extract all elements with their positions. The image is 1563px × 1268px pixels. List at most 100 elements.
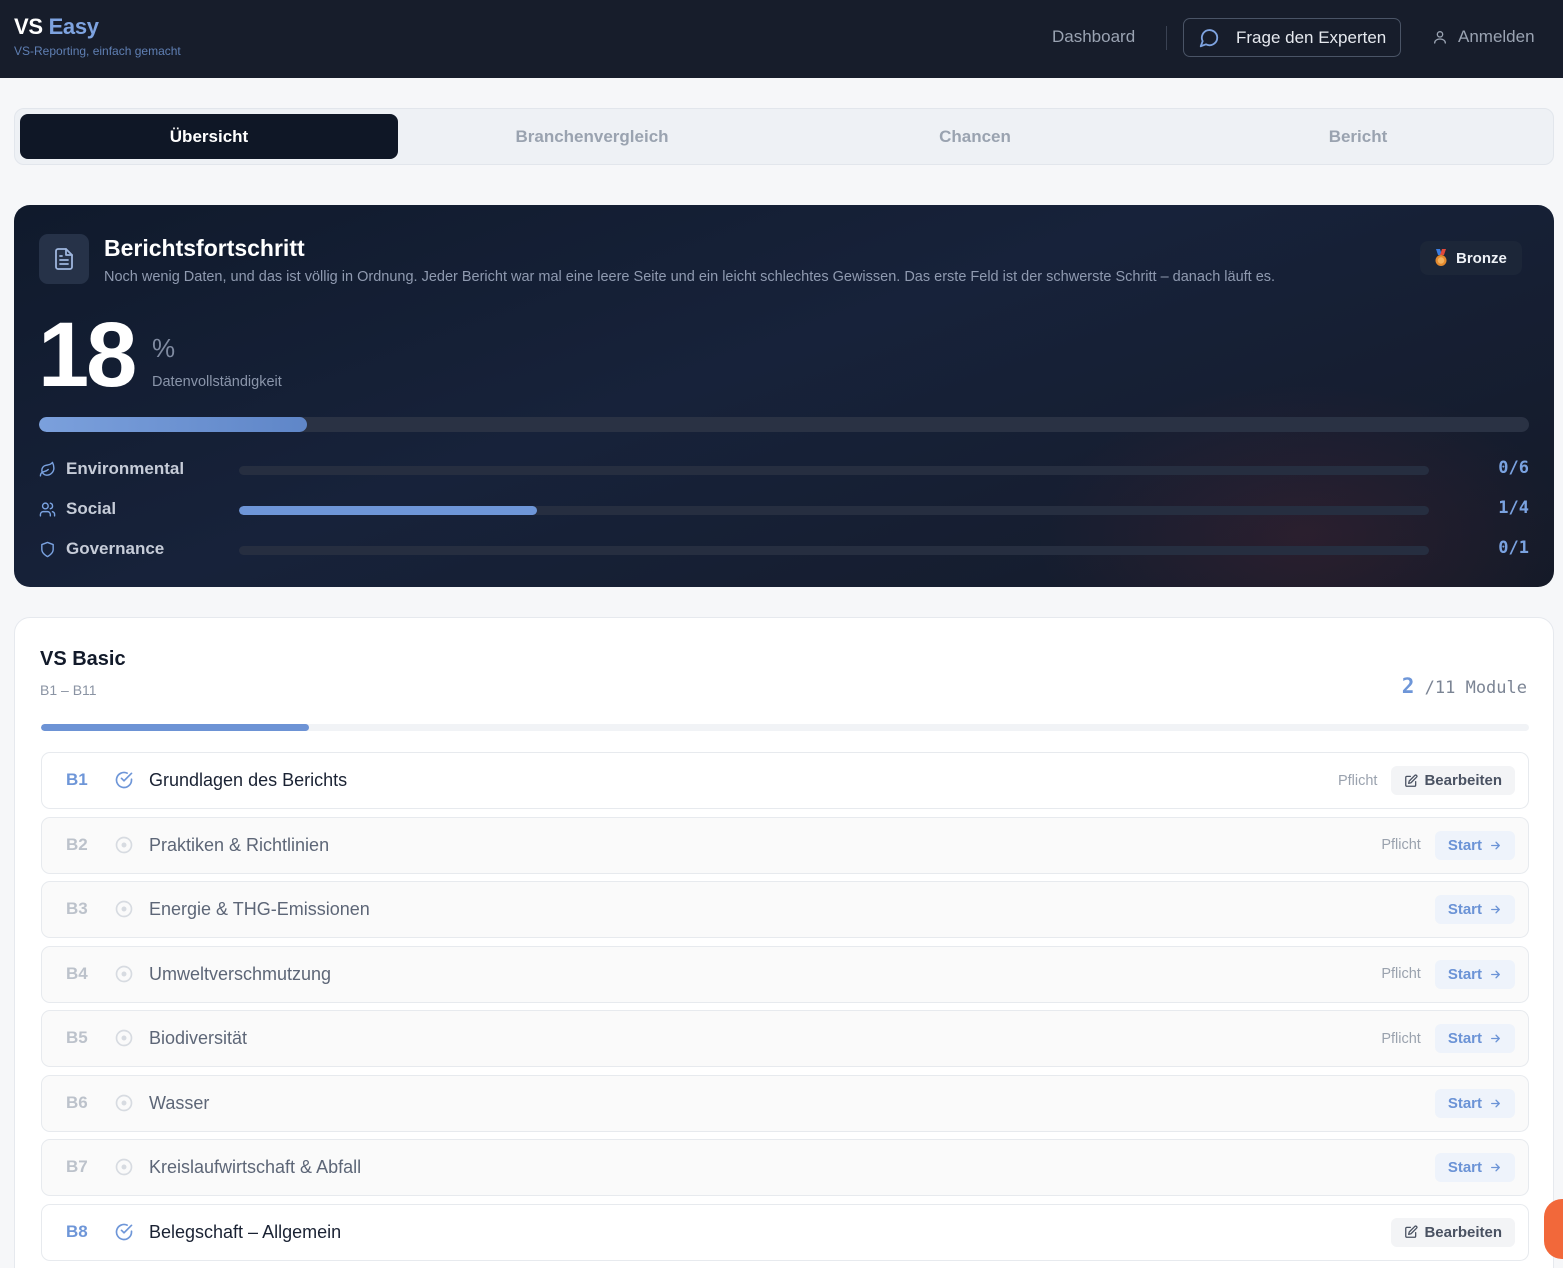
chat-bubble-icon	[1199, 28, 1219, 47]
esg-label: Environmental	[66, 459, 185, 478]
login-label: Anmelden	[1458, 27, 1535, 46]
brand-tagline: VS-Reporting, einfach gemacht	[14, 44, 181, 58]
esg-count: 0/1	[1498, 538, 1529, 558]
start-button[interactable]: Start	[1434, 1024, 1515, 1053]
progress-description: Noch wenig Daten, und das ist völlig in …	[104, 269, 1276, 285]
module-code: B1	[66, 770, 88, 789]
esg-label: Governance	[66, 539, 165, 558]
esg-progress-bar	[239, 506, 1429, 515]
ask-expert-button[interactable]: Frage den Experten	[1183, 18, 1401, 57]
arrow-right-icon	[1489, 968, 1502, 981]
completion-percent: 18	[38, 304, 137, 406]
modules-done: 2	[1401, 674, 1415, 698]
section-progress-fill	[41, 724, 309, 731]
edit-button[interactable]: Bearbeiten	[1391, 766, 1515, 795]
module-code: B4	[66, 963, 88, 983]
arrow-right-icon	[1489, 1097, 1502, 1110]
report-progress-card: Berichtsfortschritt Noch wenig Daten, un…	[14, 205, 1554, 587]
esg-row-social: Social 1/4	[39, 498, 1529, 522]
module-row-b4[interactable]: B4 Umweltverschmutzung Pflicht Start	[41, 945, 1529, 1003]
esg-progress-bar	[239, 546, 1429, 555]
row-actions: Pflicht Start	[1381, 959, 1515, 989]
pending-circle-icon	[114, 835, 134, 860]
module-code: B7	[66, 1157, 88, 1176]
pending-circle-icon	[114, 1157, 134, 1182]
pending-circle-icon	[114, 1028, 134, 1053]
module-row-b1[interactable]: B1 Grundlagen des Berichts Pflicht Bearbeit…	[41, 752, 1529, 809]
completion-progress-fill	[39, 417, 308, 432]
tab-uebersicht[interactable]: Übersicht	[20, 114, 398, 159]
module-name: Biodiversität	[149, 1028, 248, 1048]
module-name: Grundlagen des Berichts	[149, 770, 348, 790]
start-button-label: Start	[1447, 965, 1482, 983]
row-actions: Start	[1434, 1153, 1515, 1182]
edit-button[interactable]: Bearbeiten	[1391, 1217, 1515, 1247]
start-button-label: Start	[1447, 1094, 1482, 1112]
document-icon	[39, 234, 89, 284]
module-row-b2[interactable]: B2 Praktiken & Richtlinien Pflicht Start	[41, 816, 1529, 874]
check-circle-icon	[114, 770, 134, 795]
module-name: Kreislaufwirtschaft & Abfall	[149, 1157, 362, 1177]
modules-counter: 2 /11 Module	[1402, 674, 1527, 698]
pending-circle-icon	[114, 1093, 134, 1118]
row-actions: Pflicht Start	[1381, 1024, 1515, 1053]
module-row-b6[interactable]: B6 Wasser Start	[41, 1074, 1529, 1132]
module-row-b8[interactable]: B8 Belegschaft – Allgemein Bearbeiten	[41, 1203, 1529, 1261]
start-button-label: Start	[1447, 836, 1482, 854]
required-label: Pflicht	[1381, 1030, 1421, 1047]
level-badge: Bronze	[1420, 241, 1522, 275]
app-header: VS Easy VS-Reporting, einfach gemacht Da…	[0, 0, 1563, 78]
arrow-right-icon	[1489, 1032, 1502, 1045]
module-row-b7[interactable]: B7 Kreislaufwirtschaft & Abfall Start	[41, 1139, 1529, 1196]
edit-icon	[1404, 773, 1418, 788]
module-row-b3[interactable]: B3 Energie & THG-Emissionen Start	[41, 881, 1529, 938]
start-button[interactable]: Start	[1434, 959, 1515, 989]
vs-basic-section: VS Basic B1 – B11 2 /11 Module B1 Grundla…	[14, 617, 1554, 1268]
login-link[interactable]: Anmelden	[1432, 27, 1535, 47]
required-label: Pflicht	[1381, 837, 1421, 853]
arrow-right-icon	[1489, 839, 1502, 852]
row-actions: Bearbeiten	[1391, 1217, 1515, 1247]
esg-label: Social	[66, 499, 117, 518]
brand-logo[interactable]: VS Easy VS-Reporting, einfach gemacht	[14, 14, 181, 58]
arrow-right-icon	[1489, 903, 1502, 916]
tab-bericht[interactable]: Bericht	[1169, 114, 1547, 159]
start-button[interactable]: Start	[1434, 1088, 1515, 1118]
medal-icon	[1435, 249, 1447, 266]
leaf-icon	[39, 461, 55, 477]
tab-chancen[interactable]: Chancen	[786, 114, 1164, 159]
start-button[interactable]: Start	[1434, 830, 1515, 860]
module-code: B2	[66, 834, 88, 854]
required-label: Pflicht	[1337, 772, 1378, 789]
required-label: Pflicht	[1381, 966, 1421, 982]
edit-button-label: Bearbeiten	[1424, 1223, 1502, 1241]
nav-dashboard-link[interactable]: Dashboard	[1052, 27, 1135, 47]
arrow-right-icon	[1489, 1161, 1502, 1174]
module-code: B5	[66, 1028, 88, 1047]
esg-progress-fill	[239, 506, 537, 515]
esg-row-governance: Governance 0/1	[39, 538, 1529, 562]
esg-row-environmental: Environmental 0/6	[39, 458, 1529, 482]
ask-expert-label: Frage den Experten	[1236, 27, 1387, 47]
brand-title: VS Easy	[14, 14, 181, 40]
module-code: B8	[66, 1221, 88, 1241]
percent-sign: %	[152, 333, 176, 363]
start-button-label: Start	[1447, 1030, 1482, 1047]
completion-progress-bar	[39, 417, 1529, 432]
nav-divider	[1166, 26, 1167, 50]
start-button[interactable]: Start	[1434, 895, 1515, 924]
esg-count: 1/4	[1498, 498, 1529, 518]
user-icon	[1434, 31, 1446, 44]
progress-title: Berichtsfortschritt	[104, 235, 305, 261]
esg-count: 0/6	[1498, 458, 1529, 478]
tab-branchenvergleich[interactable]: Branchenvergleich	[403, 114, 781, 159]
floating-action-button[interactable]	[1544, 1199, 1563, 1259]
row-actions: Pflicht Bearbeiten	[1338, 766, 1515, 795]
module-row-b5[interactable]: B5 Biodiversität Pflicht Start	[41, 1010, 1529, 1067]
start-button[interactable]: Start	[1434, 1153, 1515, 1182]
edit-button-label: Bearbeiten	[1424, 772, 1502, 789]
module-code: B3	[66, 899, 88, 918]
module-name: Praktiken & Richtlinien	[149, 834, 330, 855]
edit-icon	[1404, 1225, 1418, 1239]
module-name: Umweltverschmutzung	[149, 963, 332, 984]
